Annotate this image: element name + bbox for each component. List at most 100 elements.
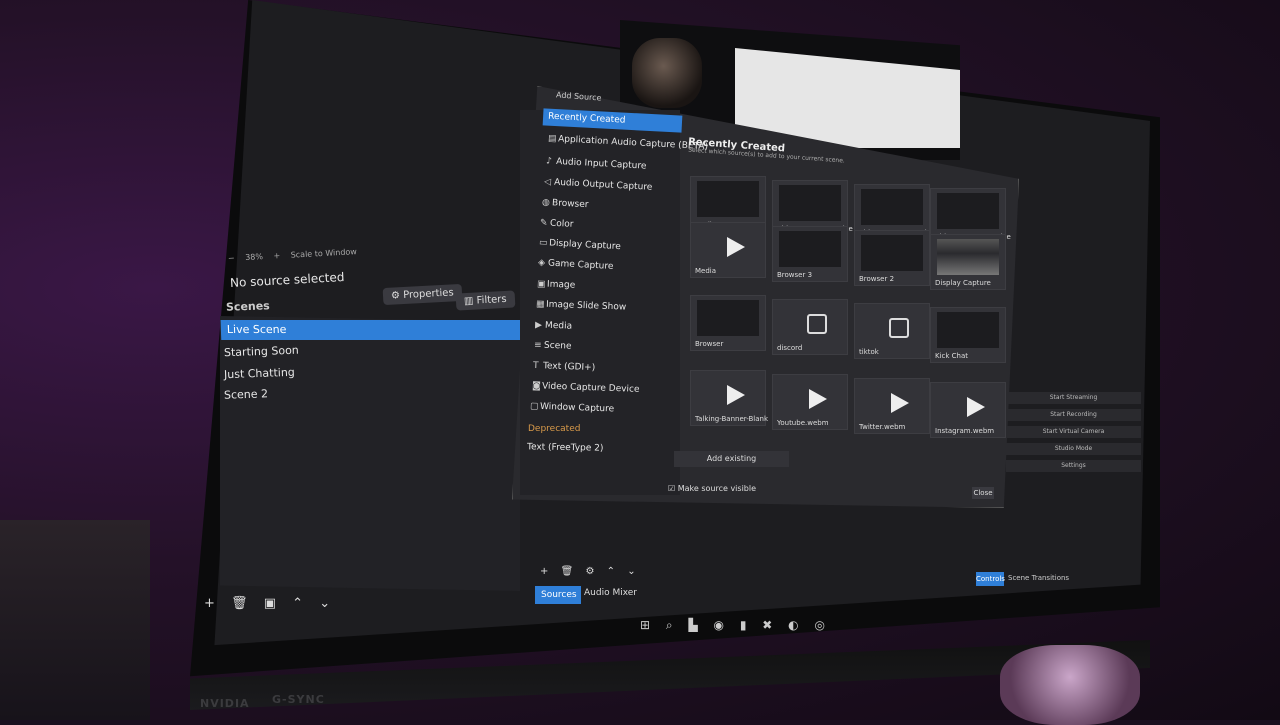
remove-source-icon[interactable]: 🗑 xyxy=(561,566,574,577)
add-source-icon[interactable]: + xyxy=(540,566,548,577)
globe-icon: ◍ xyxy=(541,197,551,209)
window-icon: ▢ xyxy=(529,401,539,412)
tile-label: Kick Chat xyxy=(935,352,969,360)
webcam-person xyxy=(632,38,702,108)
scene-toolbar: + 🗑 ▣ ⌃ ⌄ xyxy=(204,596,342,611)
source-tile[interactable]: Media xyxy=(690,222,766,278)
zoom-level: 38% xyxy=(244,252,264,263)
tile-label: Youtube.webm xyxy=(777,419,829,427)
source-settings-icon[interactable]: ⚙ xyxy=(585,566,594,577)
tab-sources[interactable]: Sources xyxy=(535,586,581,604)
play-icon xyxy=(891,393,909,413)
scene-item-just-chatting[interactable]: Just Chatting xyxy=(224,366,295,381)
filter-icon[interactable]: ▣ xyxy=(264,596,276,611)
studio-mode-button[interactable]: Studio Mode xyxy=(1006,443,1141,455)
tab-controls[interactable]: Controls xyxy=(976,572,1005,586)
tile-label: Talking-Banner-Blank xyxy=(695,415,769,423)
deprecated-header: Deprecated xyxy=(528,424,581,434)
search-icon[interactable]: ⌕ xyxy=(666,618,673,632)
tile-label: Browser 3 xyxy=(777,271,813,279)
tile-label: Twitter.webm xyxy=(859,423,906,431)
gear-icon: ⚙ xyxy=(390,290,404,302)
tile-thumbnail xyxy=(861,308,923,344)
source-tile[interactable]: Browser 2 xyxy=(854,230,930,286)
properties-label: Properties xyxy=(402,287,454,301)
source-tile[interactable]: Browser 3 xyxy=(772,226,848,282)
obs-taskbar-icon[interactable]: ◎ xyxy=(814,618,824,632)
brush-icon: ✎ xyxy=(539,218,548,229)
source-tile[interactable]: Browser xyxy=(690,295,766,351)
camera-icon: ◙ xyxy=(531,381,541,392)
tile-thumbnail xyxy=(697,300,759,336)
source-tile[interactable]: discord xyxy=(772,299,848,355)
tab-scene-transitions[interactable]: Scene Transitions xyxy=(1008,574,1069,582)
zoom-minus-button[interactable]: − xyxy=(228,254,235,263)
app-audio-icon: ▤ xyxy=(547,133,557,145)
source-type-color[interactable]: ✎ Color xyxy=(540,218,574,230)
source-type-image[interactable]: ▣Image xyxy=(537,279,576,290)
source-down-icon[interactable]: ⌄ xyxy=(627,566,635,577)
scene-item-scene-2[interactable]: Scene 2 xyxy=(224,387,268,402)
source-tile[interactable]: Twitter.webm xyxy=(854,378,930,434)
start-virtual-camera-button[interactable]: Start Virtual Camera xyxy=(1006,426,1141,438)
source-type-text-freetype[interactable]: Text (FreeType 2) xyxy=(527,442,604,453)
tile-thumbnail xyxy=(697,375,759,411)
arrow-up-icon[interactable]: ⌃ xyxy=(292,596,303,611)
play-icon xyxy=(727,237,745,257)
desk-toy xyxy=(1000,645,1140,725)
app-icon-4[interactable]: ✖ xyxy=(762,618,772,632)
filters-label: Filters xyxy=(476,293,507,307)
play-icon xyxy=(809,389,827,409)
image-icon xyxy=(807,314,827,334)
source-up-icon[interactable]: ⌃ xyxy=(607,566,615,577)
filters-button[interactable]: ▥ Filters xyxy=(455,290,516,311)
source-tile[interactable]: Talking-Banner-Blank xyxy=(690,370,769,426)
source-type-scene[interactable]: ≡ Scene xyxy=(534,340,572,351)
tab-audio-mixer[interactable]: Audio Mixer xyxy=(584,588,637,598)
brand-gsync: G-SYNC xyxy=(272,693,325,706)
scene-item-live-scene[interactable]: Live Scene xyxy=(220,320,528,340)
source-type-media[interactable]: ▶ Media xyxy=(535,320,572,331)
tile-label: Browser xyxy=(695,340,724,348)
tile-thumbnail xyxy=(937,239,999,275)
tile-label: tiktok xyxy=(859,348,879,356)
speaker-icon: ◁ xyxy=(543,177,552,188)
tile-thumbnail xyxy=(779,379,841,415)
monitor-icon: ▭ xyxy=(538,237,548,249)
sources-toolbar: + 🗑 ⚙ ⌃ ⌄ xyxy=(540,566,645,577)
start-recording-button[interactable]: Start Recording xyxy=(1006,409,1141,421)
tile-thumbnail xyxy=(697,227,759,263)
text-icon: T xyxy=(532,360,539,372)
add-icon[interactable]: + xyxy=(204,596,215,611)
play-icon xyxy=(727,385,745,405)
close-button[interactable]: Close xyxy=(972,487,994,499)
app-icon-2[interactable]: ◉ xyxy=(714,618,724,632)
tile-thumbnail xyxy=(697,181,759,217)
source-tile[interactable]: Display Capture xyxy=(930,234,1006,290)
settings-button[interactable]: Settings xyxy=(1006,460,1141,472)
source-type-label: Browser xyxy=(551,198,589,211)
tile-label: Display Capture xyxy=(935,279,991,287)
gamepad-icon: ◈ xyxy=(537,258,546,269)
app-icon-3[interactable]: ▮ xyxy=(740,618,747,632)
windows-start-icon[interactable]: ⊞ xyxy=(640,618,650,632)
tile-thumbnail xyxy=(861,235,923,271)
start-streaming-button[interactable]: Start Streaming xyxy=(1006,392,1141,404)
source-tile[interactable]: Instagram.webm xyxy=(930,382,1006,438)
make-visible-checkbox[interactable]: ☑ Make source visible xyxy=(668,484,756,493)
add-existing-button[interactable]: Add existing xyxy=(674,451,789,467)
source-type-label: Scene xyxy=(543,340,572,352)
zoom-plus-button[interactable]: + xyxy=(273,251,280,260)
app-icon-5[interactable]: ◐ xyxy=(788,618,798,632)
source-tile[interactable]: tiktok xyxy=(854,303,930,359)
trash-icon[interactable]: 🗑 xyxy=(231,596,248,611)
arrow-down-icon[interactable]: ⌄ xyxy=(319,596,330,611)
source-tile[interactable]: Kick Chat xyxy=(930,307,1006,363)
scene-item-starting-soon[interactable]: Starting Soon xyxy=(224,344,299,360)
source-type-text-gdi[interactable]: T Text (GDI+) xyxy=(533,361,595,373)
list-icon: ≡ xyxy=(533,340,542,351)
tile-thumbnail xyxy=(937,387,999,423)
app-icon-1[interactable]: ▙ xyxy=(688,618,697,632)
source-tile[interactable]: Youtube.webm xyxy=(772,374,848,430)
play-icon: ▶ xyxy=(534,320,543,331)
